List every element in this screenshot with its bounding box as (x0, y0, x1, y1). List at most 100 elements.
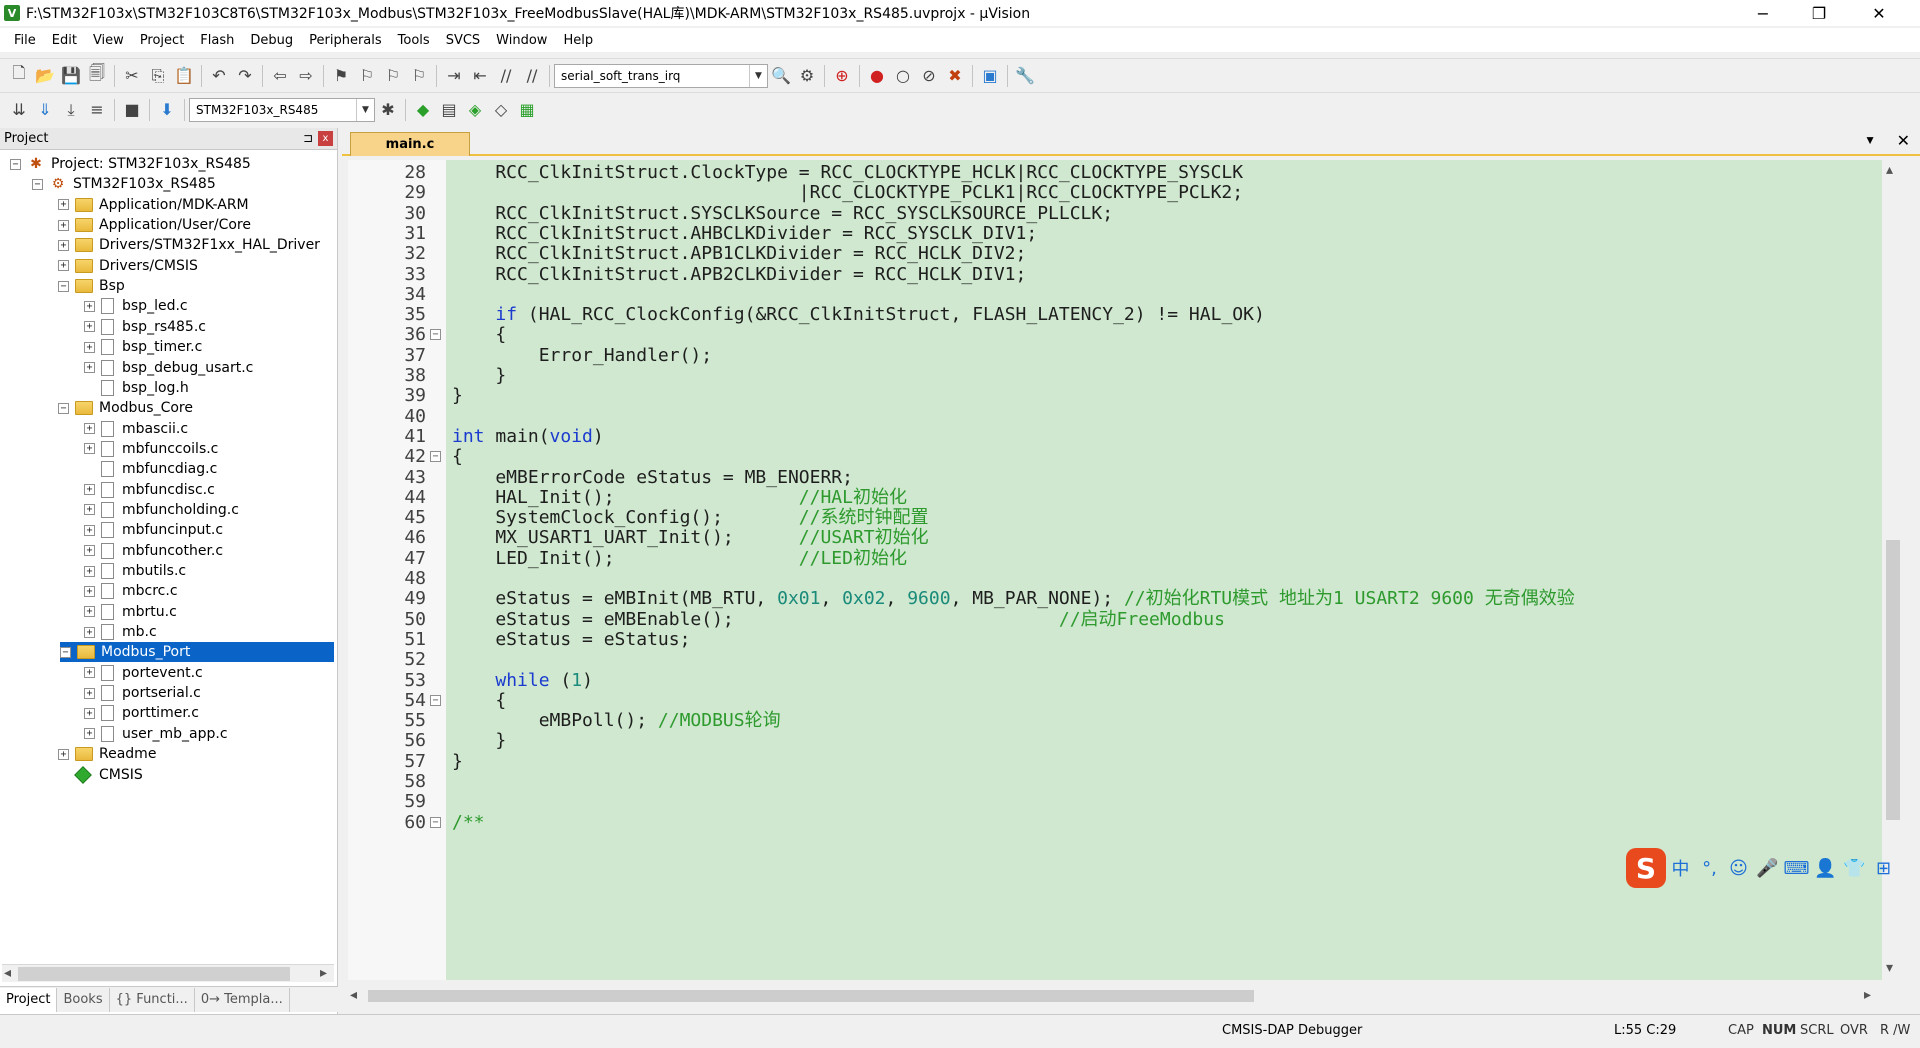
maximize-button[interactable]: ❐ (1796, 0, 1842, 26)
tree-file[interactable]: + bsp_led.c (84, 296, 188, 316)
pin-icon[interactable]: ⊐ (303, 131, 313, 145)
undo-button[interactable]: ↶ (206, 63, 232, 89)
voice-icon[interactable]: 🎤 (1753, 853, 1782, 883)
tree-folder[interactable]: + Application/User/Core (58, 215, 251, 235)
build-button[interactable]: ⇓ (32, 97, 58, 123)
menu-edit[interactable]: Edit (44, 33, 85, 48)
indent-button[interactable]: ⇥ (441, 63, 467, 89)
panel-tab-books[interactable]: Books (57, 987, 110, 1012)
redo-button[interactable]: ↷ (232, 63, 258, 89)
collapse-icon[interactable]: − (60, 646, 71, 658)
tree-file[interactable]: + portserial.c (84, 683, 201, 703)
save-button[interactable]: 💾 (58, 63, 84, 89)
tab-main-c[interactable]: main.c (350, 132, 470, 156)
collapse-icon[interactable]: − (10, 158, 21, 170)
tree-file[interactable]: + bsp_timer.c (84, 337, 202, 357)
menu-svcs[interactable]: SVCS (438, 33, 488, 48)
select-packs-button[interactable]: ◈ (462, 97, 488, 123)
tree-file[interactable]: + mb.c (84, 622, 157, 642)
tree-folder[interactable]: − Modbus_Port (60, 642, 334, 663)
tree-file[interactable]: + mbfuncholding.c (84, 500, 239, 520)
tree-file[interactable]: + mbascii.c (84, 419, 188, 439)
rte-button[interactable]: ▦ (514, 97, 540, 123)
bookmark-clear-button[interactable]: ⚐ (406, 63, 432, 89)
bookmark-set-button[interactable]: ⚑ (328, 63, 354, 89)
editor-hscroll-thumb[interactable] (368, 990, 1254, 1002)
tree-file[interactable]: + mbfuncother.c (84, 541, 223, 561)
pack-installer-button[interactable]: ◇ (488, 97, 514, 123)
open-button[interactable]: 📂 (32, 63, 58, 89)
tree-file[interactable]: + bsp_rs485.c (84, 317, 206, 337)
keyboard-icon[interactable]: ⌨ (1782, 853, 1811, 883)
menu-view[interactable]: View (85, 33, 132, 48)
expand-icon[interactable]: + (84, 707, 95, 719)
target-options-button[interactable]: ✱ (375, 97, 401, 123)
unindent-button[interactable]: ⇤ (467, 63, 493, 89)
editor-vscroll-thumb[interactable] (1886, 540, 1900, 820)
find-combo[interactable]: serial_soft_trans_irq ▼ (554, 63, 768, 88)
translate-button[interactable]: ⇊ (6, 97, 32, 123)
tree-scroll-thumb[interactable] (18, 967, 290, 981)
tree-file[interactable]: + bsp_debug_usart.c (84, 358, 253, 378)
fold-toggle-icon[interactable]: − (430, 816, 441, 828)
scroll-right-icon[interactable]: ▸ (320, 965, 327, 981)
breakpoint-disable-button[interactable]: ○ (890, 63, 916, 89)
expand-icon[interactable]: + (84, 606, 95, 618)
paste-button[interactable]: 📋 (171, 63, 197, 89)
close-window-button[interactable]: ✕ (1856, 0, 1902, 26)
comment-button[interactable]: // (493, 63, 519, 89)
breakpoint-disable-all-button[interactable]: ⊘ (916, 63, 942, 89)
copy-button[interactable]: ⎘ (145, 63, 171, 89)
download-button[interactable]: ⬇ (154, 97, 180, 123)
menu-peripherals[interactable]: Peripherals (301, 33, 390, 48)
scroll-right-icon[interactable]: ▸ (1864, 987, 1871, 1003)
target-combo[interactable]: STM32F103x_RS485 ▼ (189, 97, 375, 122)
tree-file[interactable]: + mbfuncinput.c (84, 520, 223, 540)
menu-help[interactable]: Help (555, 33, 601, 48)
uncomment-button[interactable]: // (519, 63, 545, 89)
tree-file[interactable]: + user_mb_app.c (84, 724, 228, 744)
debug-session-button[interactable]: ⊕ (829, 63, 855, 89)
skin-icon[interactable]: 👕 (1840, 853, 1869, 883)
tree-file[interactable]: + mbfunccoils.c (84, 439, 218, 459)
tree-target[interactable]: − ⚙ STM32F103x_RS485 (32, 174, 216, 194)
nav-back-button[interactable]: ⇦ (267, 63, 293, 89)
tree-cmsis[interactable]: CMSIS (58, 765, 143, 785)
expand-icon[interactable]: + (58, 219, 69, 231)
window-layout-button[interactable]: ▣ (977, 63, 1003, 89)
expand-icon[interactable]: + (84, 545, 95, 557)
expand-icon[interactable]: + (84, 300, 95, 312)
account-icon[interactable]: 👤 (1811, 853, 1840, 883)
expand-icon[interactable]: + (58, 748, 69, 760)
expand-icon[interactable]: + (58, 260, 69, 272)
manage-components-button[interactable]: ◆ (410, 97, 436, 123)
rebuild-button[interactable]: ⤓ (58, 97, 84, 123)
expand-icon[interactable]: + (84, 667, 95, 679)
panel-tab-functions[interactable]: {} Functi... (110, 987, 195, 1012)
new-file-button[interactable]: 🗋 (6, 63, 32, 89)
tree-folder[interactable]: + Application/MDK-ARM (58, 195, 249, 215)
panel-tab-templates[interactable]: 0→ Templa... (195, 987, 290, 1012)
bookmark-next-button[interactable]: ⚐ (380, 63, 406, 89)
tree-project[interactable]: − ✱ Project: STM32F103x_RS485 (10, 154, 251, 174)
breakpoint-button[interactable]: ● (864, 63, 890, 89)
chevron-down-icon[interactable]: ▼ (356, 98, 374, 121)
punctuation-icon[interactable]: °, (1695, 853, 1724, 883)
expand-icon[interactable]: + (58, 199, 69, 211)
sogou-ime-logo-icon[interactable]: S (1626, 848, 1666, 888)
tree-folder[interactable]: + Readme (58, 744, 156, 764)
tree-folder[interactable]: − Modbus_Core (58, 398, 193, 418)
tree-file[interactable]: + mbutils.c (84, 561, 186, 581)
expand-icon[interactable]: + (84, 687, 95, 699)
cut-button[interactable]: ✂ (119, 63, 145, 89)
tree-file[interactable]: mbfuncdiag.c (84, 459, 217, 479)
expand-icon[interactable]: + (84, 362, 95, 373)
expand-icon[interactable]: + (84, 341, 95, 353)
expand-icon[interactable]: + (84, 728, 95, 740)
batch-build-button[interactable]: ≡ (84, 97, 110, 123)
expand-icon[interactable]: + (84, 565, 95, 577)
chevron-down-icon[interactable]: ▼ (749, 64, 767, 87)
expand-icon[interactable]: + (84, 423, 95, 435)
file-extensions-button[interactable]: ▤ (436, 97, 462, 123)
fold-toggle-icon[interactable]: − (430, 694, 441, 706)
